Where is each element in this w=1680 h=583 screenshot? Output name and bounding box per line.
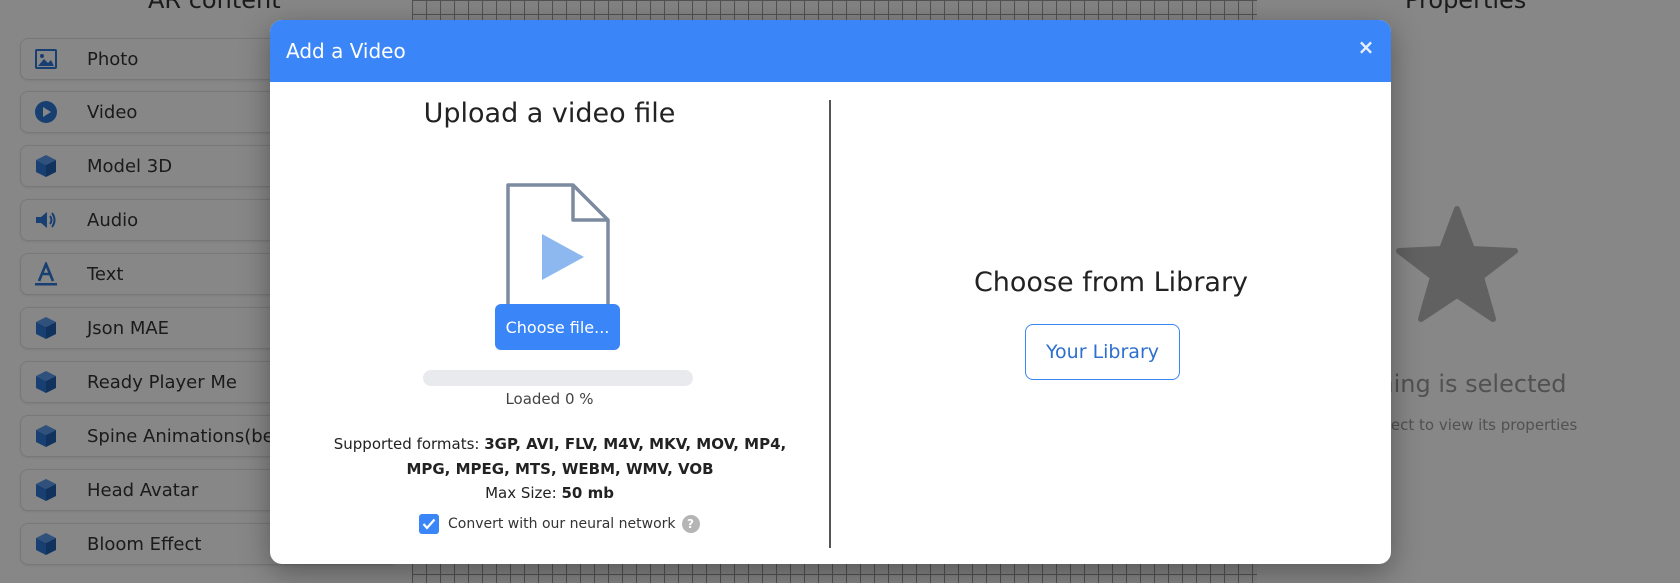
modal-header: Add a Video × [270, 20, 1391, 82]
library-title: Choose from Library [973, 267, 1249, 298]
upload-section: Upload a video file Choose file... Loade… [270, 82, 829, 564]
convert-checkbox[interactable] [419, 514, 439, 534]
supported-formats-prefix: Supported formats: [333, 435, 485, 453]
choose-file-button[interactable]: Choose file... [495, 304, 620, 350]
upload-title: Upload a video file [423, 98, 676, 129]
add-video-modal: Add a Video × Upload a video file Choose… [270, 20, 1391, 564]
max-size-prefix: Max Size: [485, 484, 562, 502]
convert-label[interactable]: Convert with our neural network [448, 516, 676, 532]
video-file-icon [506, 183, 610, 317]
max-size-value: 50 mb [561, 484, 614, 502]
loaded-percentage: Loaded 0 % [505, 390, 594, 408]
modal-title: Add a Video [286, 39, 406, 63]
close-button[interactable]: × [1355, 35, 1377, 59]
checkmark-icon [422, 518, 436, 530]
help-icon[interactable]: ? [681, 515, 700, 533]
max-size: Max Size: 50 mb [270, 484, 829, 502]
your-library-button[interactable]: Your Library [1025, 324, 1180, 380]
library-section: Choose from Library Your Library [831, 82, 1391, 564]
supported-formats: Supported formats: 3GP, AVI, FLV, M4V, M… [310, 432, 810, 482]
upload-progress-bar [423, 370, 693, 386]
convert-option: Convert with our neural network ? [419, 514, 700, 534]
